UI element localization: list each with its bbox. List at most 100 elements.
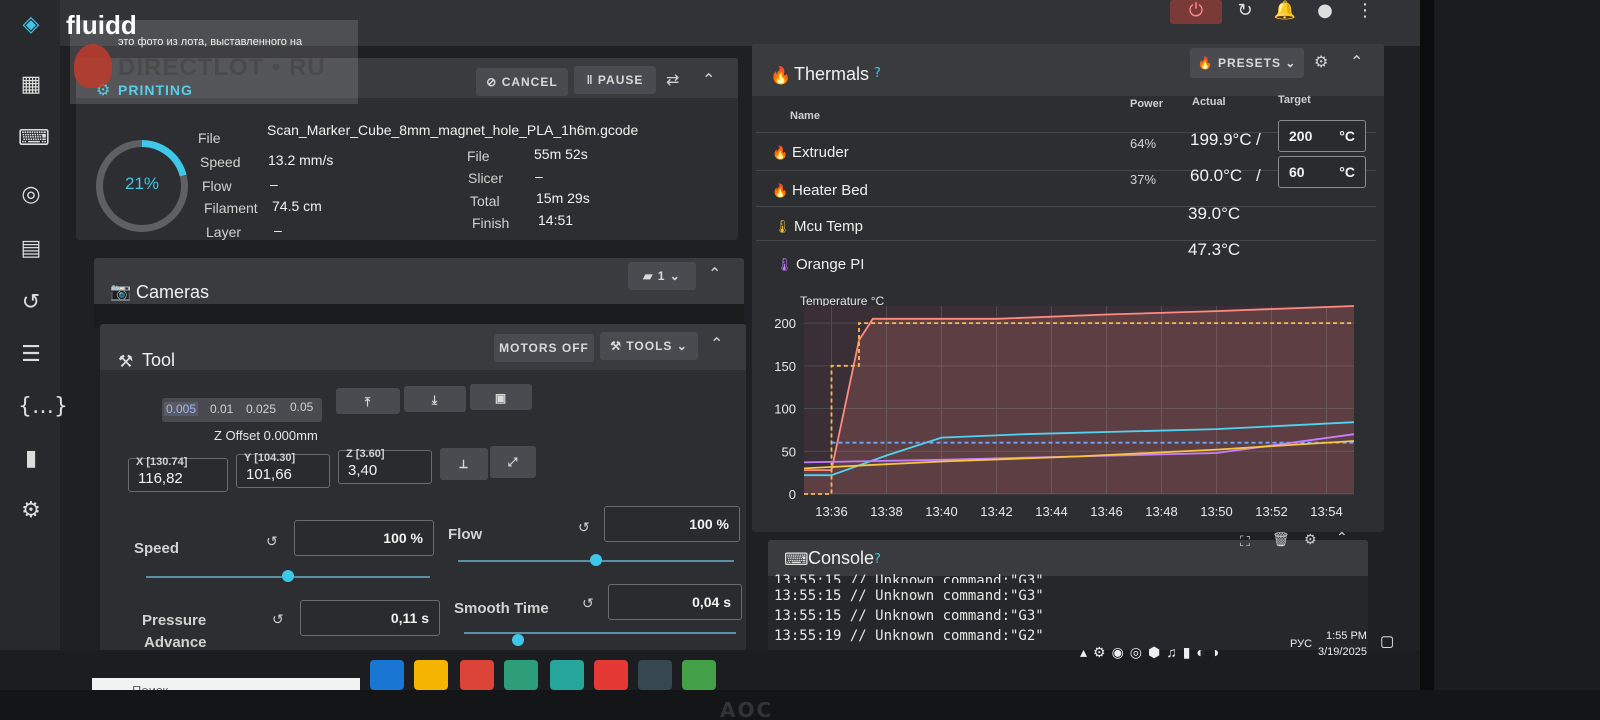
target-value: 200 [1289,128,1313,144]
row-divider [756,240,1376,241]
settings-icon[interactable]: ⚙ [18,498,44,524]
cancel-button[interactable]: ⊘ CANCEL [476,68,568,96]
tools-menu-button[interactable]: ⚒ TOOLS ⌄ [600,332,698,360]
step-option[interactable]: 0.05 [290,400,313,414]
collapse-icon[interactable]: ⌃ [1336,530,1348,546]
chart-x-tick: 13:36 [815,504,848,519]
chart-y-tick: 50 [782,444,796,459]
field-label: File [198,130,221,146]
target-unit: °C [1339,128,1355,144]
move-button[interactable]: ⤢ [490,446,536,478]
reset-icon[interactable]: ↺ [578,520,590,536]
presets-label: PRESETS [1217,56,1281,70]
notification-icon[interactable]: ▢ [1380,632,1394,650]
watermark-line-2: DIRECTLOT • RU [118,54,326,81]
pause-label: PAUSE [597,73,644,87]
field-label: Speed [200,154,241,170]
app-icon[interactable] [550,660,584,690]
reset-icon[interactable]: ↺ [582,596,594,612]
pause-button[interactable]: ‖ PAUSE [574,66,656,94]
sensor-actual: 47.3°C [1188,240,1241,259]
input-language[interactable]: РУС [1290,638,1312,650]
home-all-button[interactable]: ⟂ [440,448,488,480]
exclude-object-icon[interactable]: ⇄ [666,70,679,89]
history-icon[interactable]: ↺ [18,290,44,316]
step-option[interactable]: 0.025 [246,402,276,416]
collapse-icon[interactable]: ⌃ [708,264,721,283]
bezel-edge [1420,0,1434,720]
chart-y-tick: 0 [789,487,796,502]
fluidd-logo-icon[interactable]: ◈ [18,12,44,38]
progress-text: 21% [124,174,160,193]
flow-slider-knob[interactable] [590,554,602,566]
collapse-icon[interactable]: ⌃ [1350,52,1363,71]
help-icon[interactable]: ? [874,66,881,81]
trash-icon[interactable]: 🗑 [1272,532,1290,548]
clock-time[interactable]: 1:55 PM [1326,630,1367,642]
pressure-advance-label-2: Advance [144,634,207,651]
motors-off-button[interactable]: MOTORS OFF [494,334,594,362]
settings-icon[interactable]: ⚙ [1304,532,1317,548]
presets-button[interactable]: 🔥 PRESETS ⌄ [1190,48,1304,78]
pressure-advance-input[interactable]: 0,11 s [300,600,440,636]
collapse-icon[interactable]: ⌃ [710,334,723,353]
target-value: 60 [1289,164,1305,180]
config-icon[interactable]: {…} [18,394,68,420]
restart-icon[interactable]: ↻ [1225,0,1265,24]
extruder-target-input[interactable]: 200 °C [1278,120,1366,152]
step-option[interactable]: 0.01 [210,402,233,416]
console-icon[interactable]: ⌨ [18,126,50,152]
chart-x-tick: 13:44 [1035,504,1068,519]
camera-icon[interactable]: ◎ [18,182,44,208]
app-icon[interactable] [682,660,716,690]
camera-select[interactable]: ▰ 1 ⌄ [628,262,696,290]
target-unit: °C [1339,164,1355,180]
flow-input[interactable]: 100 % [604,506,740,542]
clock-date[interactable]: 3/19/2025 [1318,646,1367,658]
chart-x-tick: 13:42 [980,504,1013,519]
tray-icons[interactable]: ▴⚙◉◎⬢♫▮◐◑ [1080,644,1225,661]
heater-name: Heater Bed [792,182,868,199]
app-icon[interactable] [504,660,538,690]
jobs-icon[interactable]: ▤ [18,236,44,262]
chart-y-tick: 100 [774,402,796,417]
step-option[interactable]: 0.005 [164,402,199,416]
field-label: Layer [206,224,242,240]
reset-icon[interactable]: ↺ [266,534,278,550]
help-icon[interactable]: ? [874,552,881,567]
collapse-icon[interactable]: ⌃ [702,70,715,89]
app-icon[interactable] [594,660,628,690]
user-icon[interactable]: ● [1305,0,1345,24]
chart-x-tick: 13:52 [1255,504,1288,519]
system-icon[interactable]: ▮ [18,446,44,472]
smooth-time-slider-knob[interactable] [512,634,524,646]
app-icon[interactable] [638,660,672,690]
emergency-stop-icon[interactable]: ⏻ [1170,0,1222,24]
edge-icon[interactable] [370,660,404,690]
thermals-title: Thermals [794,64,870,84]
fullscreen-icon[interactable]: ⛶ [1240,534,1250,550]
screen: fluidd ⏻ ↻ 🔔 ● ⋮ ◈ ▦ ⌨ ◎ ▤ ↺ ☰ {…} ▮ ⚙ ⚙… [0,0,1420,704]
fire-icon: 🔥 [770,66,792,86]
thermometer-icon: 🌡 [776,258,793,273]
heater-name: Extruder [792,144,849,161]
smooth-time-slider[interactable] [464,632,736,634]
explorer-icon[interactable] [414,660,448,690]
speed-slider-knob[interactable] [282,570,294,582]
bell-icon[interactable]: 🔔 [1265,0,1305,24]
bed-target-input[interactable]: 60 °C [1278,156,1366,188]
chrome-icon[interactable] [460,660,494,690]
z-save-button[interactable]: ▣ [470,384,532,410]
reset-icon[interactable]: ↺ [272,612,284,628]
z-up-button[interactable]: ⤒ [336,388,400,414]
menu-dots-icon[interactable]: ⋮ [1345,0,1385,24]
dashboard-icon[interactable]: ▦ [18,72,44,98]
speed-input[interactable]: 100 % [294,520,434,556]
settings-icon[interactable]: ⚙ [1314,52,1328,71]
time-label: Finish [472,215,510,231]
z-down-button[interactable]: ⤓ [404,386,466,412]
tune-icon[interactable]: ☰ [18,342,44,368]
smooth-time-input[interactable]: 0,04 s [608,584,742,620]
chart-area-extruder [804,306,1354,494]
monitor-bezel-bottom [0,690,1600,720]
